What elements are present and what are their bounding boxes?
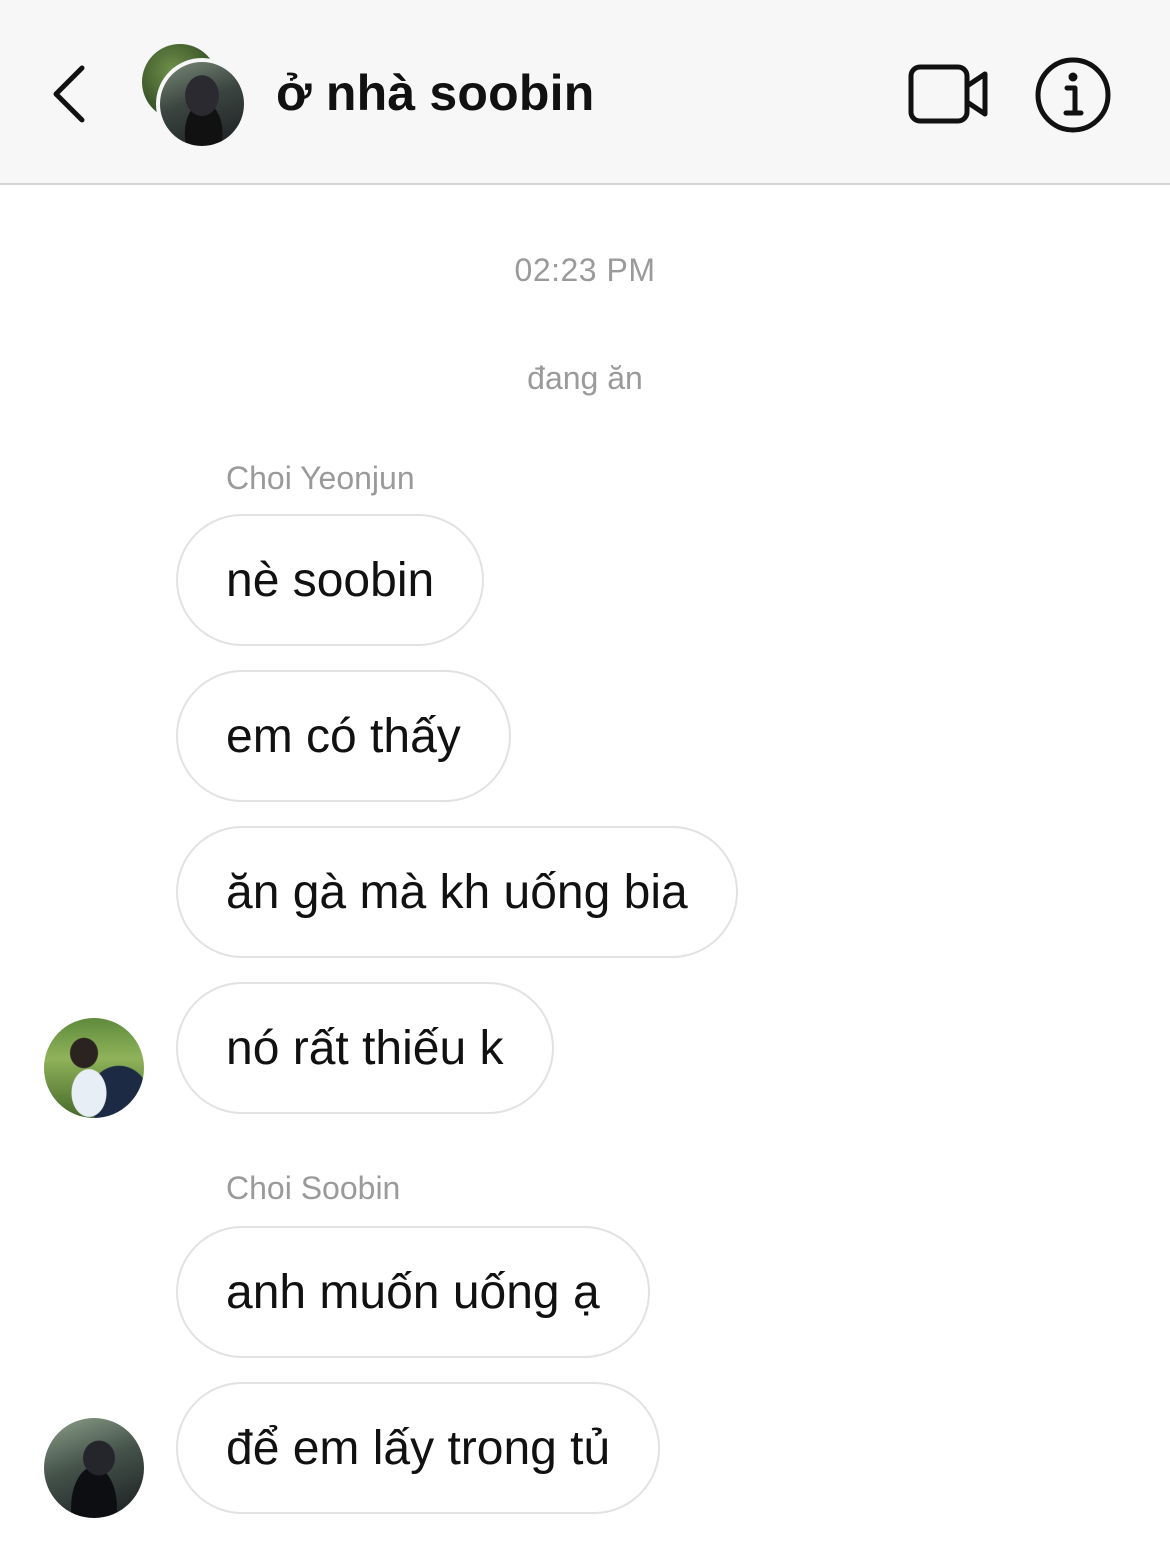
message-text: nè soobin — [226, 553, 435, 607]
message-bubble[interactable]: em có thấy — [176, 670, 511, 802]
message-text: nó rất thiếu k — [226, 1021, 504, 1075]
avatar[interactable] — [44, 1018, 144, 1118]
sender-name: Choi Soobin — [226, 1170, 401, 1206]
video-camera-icon[interactable] — [908, 62, 990, 126]
chat-header: ở nhà soobin — [0, 0, 1170, 185]
message-text: ăn gà mà kh uống bia — [226, 865, 688, 919]
message-timestamp: 02:23 PM — [514, 252, 656, 288]
system-message: đang ăn — [527, 360, 643, 396]
message-text: để em lấy trong tủ — [226, 1421, 611, 1475]
message-text: anh muốn uống ạ — [226, 1265, 600, 1319]
group-avatar[interactable] — [142, 44, 248, 150]
message-bubble[interactable]: anh muốn uống ạ — [176, 1226, 650, 1358]
chevron-left-icon[interactable] — [46, 62, 94, 126]
message-bubble[interactable]: nó rất thiếu k — [176, 982, 554, 1114]
sender-name: Choi Yeonjun — [226, 460, 415, 496]
message-bubble[interactable]: để em lấy trong tủ — [176, 1382, 661, 1514]
chat-title[interactable]: ở nhà soobin — [276, 64, 595, 122]
info-icon[interactable] — [1034, 56, 1112, 134]
message-text: em có thấy — [226, 709, 461, 763]
avatar[interactable] — [44, 1418, 144, 1518]
message-bubble[interactable]: nè soobin — [176, 514, 485, 646]
message-bubble[interactable]: ăn gà mà kh uống bia — [176, 826, 738, 958]
group-avatar-front — [156, 58, 248, 150]
